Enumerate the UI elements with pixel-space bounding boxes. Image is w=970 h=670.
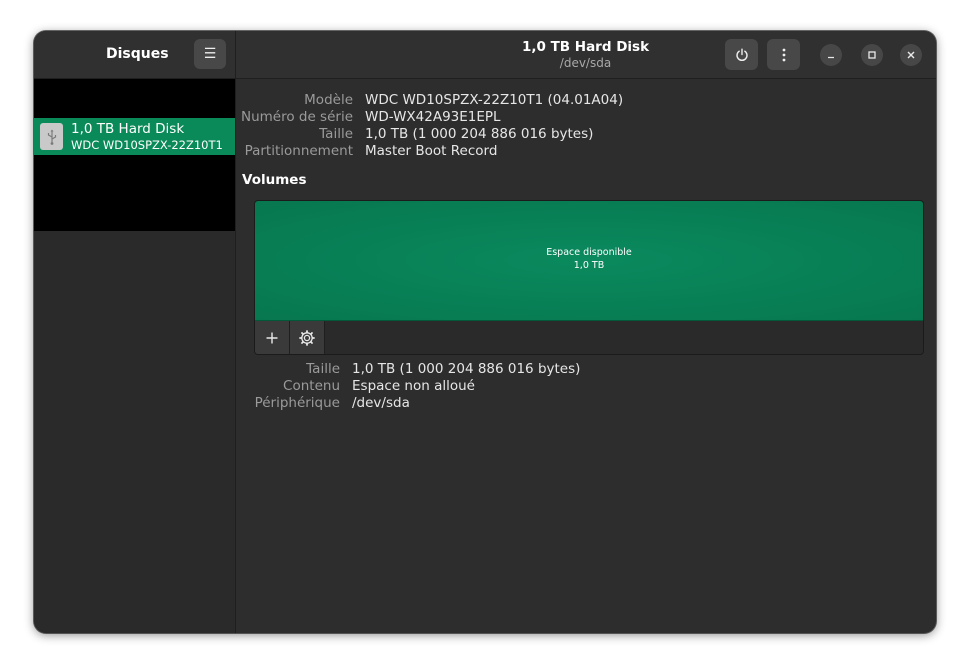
disks-window: Disques ☰ 1,0 TB Hard Disk /dev/sda 1,0 … <box>34 31 936 633</box>
volume-row-content: Contenu Espace non alloué <box>236 378 936 395</box>
close-icon <box>907 51 915 59</box>
info-label: Taille <box>306 361 340 377</box>
device-name: 1,0 TB Hard Disk <box>71 121 185 137</box>
volumes-heading: Volumes <box>242 172 307 188</box>
plus-icon <box>266 332 278 343</box>
sidebar: 1,0 TB Hard Disk WDC WD10SPZX-22Z10T1 <box>34 79 236 633</box>
info-value: 1,0 TB (1 000 204 886 016 bytes) <box>352 361 581 377</box>
main-menu-button[interactable]: ☰ <box>194 39 226 69</box>
sidebar-header: Disques ☰ <box>34 31 236 78</box>
info-label: Contenu <box>283 378 340 394</box>
usb-drive-icon <box>40 123 63 150</box>
volumes-map: Espace disponible 1,0 TB <box>254 200 924 355</box>
volume-row-device: Périphérique /dev/sda <box>236 395 936 412</box>
create-partition-button[interactable] <box>255 321 290 354</box>
info-value: WD-WX42A93E1EPL <box>365 109 501 125</box>
maximize-icon <box>868 51 876 59</box>
partition-options-button[interactable] <box>290 321 325 354</box>
kebab-menu-icon <box>782 48 785 61</box>
partition-free-space[interactable]: Espace disponible 1,0 TB <box>255 201 923 321</box>
info-row-serial: Numéro de série WD-WX42A93E1EPL <box>236 109 936 126</box>
info-row-partitioning: Partitionnement Master Boot Record <box>236 143 936 160</box>
power-icon <box>735 48 748 61</box>
drive-options-button[interactable] <box>767 39 800 70</box>
volume-row-size: Taille 1,0 TB (1 000 204 886 016 bytes) <box>236 361 936 378</box>
minimize-button[interactable] <box>820 44 842 66</box>
info-label: Partitionnement <box>244 143 353 159</box>
info-row-size: Taille 1,0 TB (1 000 204 886 016 bytes) <box>236 126 936 143</box>
power-off-button[interactable] <box>725 39 758 70</box>
info-label: Périphérique <box>254 395 340 411</box>
info-value: /dev/sda <box>352 395 410 411</box>
device-list: 1,0 TB Hard Disk WDC WD10SPZX-22Z10T1 <box>34 79 235 231</box>
minimize-icon <box>828 56 834 59</box>
info-value: Espace non alloué <box>352 378 475 394</box>
app-title: Disques <box>106 46 169 62</box>
info-value: 1,0 TB (1 000 204 886 016 bytes) <box>365 126 594 142</box>
info-label: Numéro de série <box>240 109 353 125</box>
drive-details-panel: Modèle WDC WD10SPZX-22Z10T1 (04.01A04) N… <box>236 79 936 633</box>
gear-icon <box>299 329 315 346</box>
info-row-model: Modèle WDC WD10SPZX-22Z10T1 (04.01A04) <box>236 92 936 109</box>
info-label: Modèle <box>304 92 353 108</box>
partition-size: 1,0 TB <box>573 260 605 271</box>
maximize-button[interactable] <box>861 44 883 66</box>
hamburger-menu-icon: ☰ <box>203 46 217 62</box>
info-label: Taille <box>319 126 353 142</box>
partition-label: Espace disponible <box>546 247 632 258</box>
volumes-toolbar <box>255 321 923 354</box>
device-item-hard-disk[interactable]: 1,0 TB Hard Disk WDC WD10SPZX-22Z10T1 <box>34 118 235 155</box>
header-bar: Disques ☰ 1,0 TB Hard Disk /dev/sda <box>34 31 936 79</box>
device-model: WDC WD10SPZX-22Z10T1 <box>71 138 223 152</box>
close-button[interactable] <box>900 44 922 66</box>
info-value: WDC WD10SPZX-22Z10T1 (04.01A04) <box>365 92 624 108</box>
info-value: Master Boot Record <box>365 143 498 159</box>
